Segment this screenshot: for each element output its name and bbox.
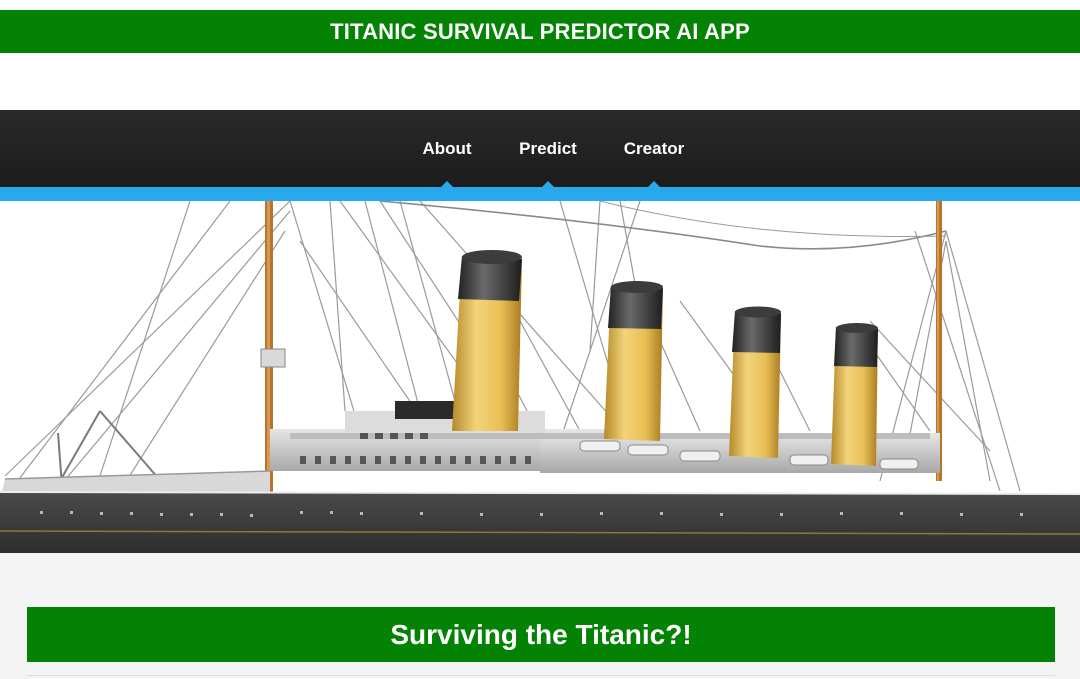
section-heading: Surviving the Titanic?! — [390, 618, 692, 650]
nav-item-creator[interactable]: Creator — [616, 110, 692, 187]
nav-item-label: About — [422, 138, 472, 158]
funnel-4 — [831, 323, 878, 466]
nav-item-label: Creator — [623, 138, 685, 158]
nav-menu: About Predict Creator — [0, 110, 1080, 187]
app-title-banner: TITANIC SURVIVAL PREDICTOR AI APP — [0, 10, 1080, 53]
antenna-wire — [379, 201, 947, 250]
nav-item-predict[interactable]: Predict — [512, 110, 584, 187]
hero-image — [0, 201, 1080, 553]
ship-illustration — [0, 201, 1080, 553]
main-navbar: About Predict Creator — [0, 110, 1080, 187]
app-title: TITANIC SURVIVAL PREDICTOR AI APP — [330, 18, 750, 44]
section-heading-banner: Surviving the Titanic?! — [27, 607, 1055, 662]
nav-accent-strip — [0, 187, 1080, 201]
hull — [0, 493, 1080, 553]
funnel-3 — [729, 306, 781, 458]
section-divider — [27, 675, 1055, 676]
page: TITANIC SURVIVAL PREDICTOR AI APP About … — [0, 0, 1080, 679]
funnel-1 — [452, 250, 522, 431]
nav-item-about[interactable]: About — [414, 110, 480, 187]
nav-item-label: Predict — [519, 138, 577, 158]
funnel-2 — [604, 281, 663, 441]
